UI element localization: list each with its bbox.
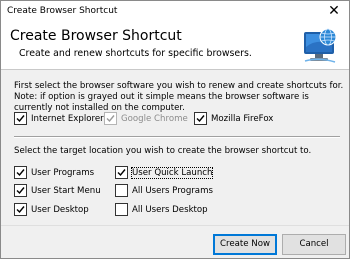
user-programs-checkbox[interactable]: User Programs [14, 166, 94, 179]
checkbox-label: Google Chrome [121, 113, 188, 124]
title-bar[interactable]: Create Browser Shortcut ✕ [1, 1, 349, 23]
checkbox-label: User Quick Launch [130, 166, 214, 179]
checkbox-label: All Users Desktop [132, 204, 208, 215]
header-subtitle: Create and renew shortcuts for specific … [19, 48, 252, 59]
checkbox-box[interactable] [14, 203, 27, 216]
checkbox-box[interactable] [115, 203, 128, 216]
create-browser-shortcut-dialog: Create Browser Shortcut ✕ Create Browser… [0, 0, 350, 259]
create-now-button[interactable]: Create Now [213, 234, 277, 255]
checkbox-label: User Programs [31, 167, 95, 178]
monitor-with-globe-icon [304, 28, 337, 63]
checkbox-label: User Start Menu [31, 185, 101, 196]
close-icon[interactable]: ✕ [319, 1, 349, 23]
checkbox-box[interactable] [115, 166, 128, 179]
checkbox-label: User Desktop [31, 204, 89, 215]
section-divider [14, 136, 340, 138]
internet-explorer-checkbox[interactable]: Internet Explorer [14, 112, 104, 125]
google-chrome-checkbox: Google Chrome [104, 112, 188, 125]
all-users-programs-checkbox[interactable]: All Users Programs [115, 184, 213, 197]
check-mark-icon [16, 115, 25, 123]
browser-selection-instructions: First select the browser software you wi… [14, 81, 344, 113]
checkbox-box[interactable] [14, 112, 27, 125]
check-mark-icon [16, 169, 25, 177]
cancel-button[interactable]: Cancel [282, 234, 346, 255]
checkbox-box[interactable] [14, 184, 27, 197]
dialog-header: Create Browser Shortcut Create and renew… [1, 23, 349, 70]
checkbox-box [104, 112, 117, 125]
footer-divider [1, 225, 349, 226]
header-title: Create Browser Shortcut [10, 28, 182, 44]
checkbox-label: Internet Explorer [31, 113, 104, 124]
checkbox-label: Mozilla FireFox [211, 113, 274, 124]
checkbox-box[interactable] [14, 166, 27, 179]
check-mark-icon [117, 169, 126, 177]
check-mark-icon [16, 206, 25, 214]
checkbox-label: All Users Programs [132, 185, 213, 196]
user-start-menu-checkbox[interactable]: User Start Menu [14, 184, 101, 197]
check-mark-icon [16, 187, 25, 195]
user-quick-launch-checkbox[interactable]: User Quick Launch [115, 166, 214, 179]
all-users-desktop-checkbox[interactable]: All Users Desktop [115, 203, 208, 216]
checkbox-box[interactable] [115, 184, 128, 197]
window-title: Create Browser Shortcut [7, 6, 118, 16]
checkbox-box[interactable] [194, 112, 207, 125]
target-location-instructions: Select the target location you wish to c… [14, 146, 312, 156]
check-mark-icon [106, 115, 115, 123]
check-mark-icon [196, 115, 205, 123]
user-desktop-checkbox[interactable]: User Desktop [14, 203, 89, 216]
mozilla-firefox-checkbox[interactable]: Mozilla FireFox [194, 112, 273, 125]
